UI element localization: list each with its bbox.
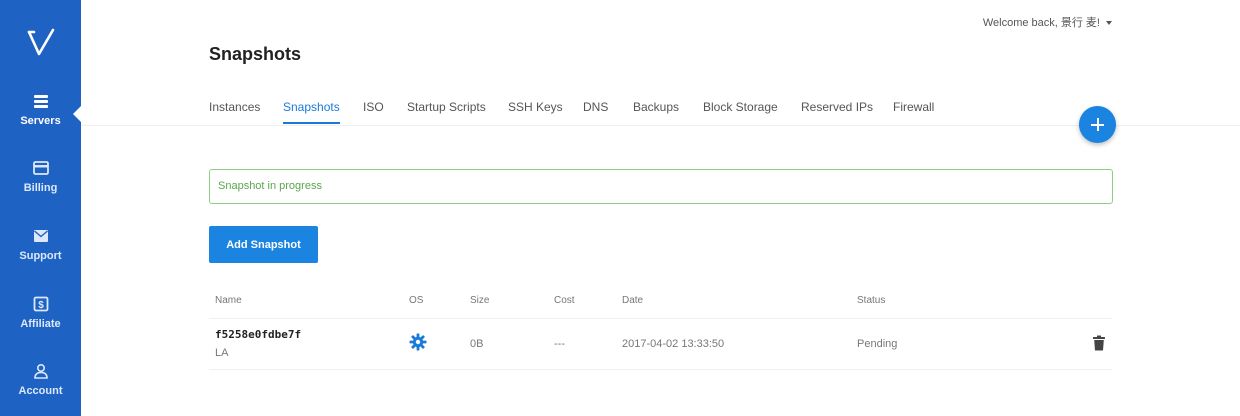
sidebar: Servers Billing Support $ Affiliate Acco… [0,0,81,416]
sidebar-item-account[interactable]: Account [0,363,81,397]
tab-snapshots[interactable]: Snapshots [283,100,340,124]
tab-backups[interactable]: Backups [633,100,679,122]
tab-block-storage[interactable]: Block Storage [703,100,778,122]
alert-text: Snapshot in progress [218,180,322,192]
column-header-status: Status [857,295,886,306]
sidebar-item-label: Support [19,250,62,262]
column-header-name: Name [215,295,242,306]
page-title: Snapshots [209,44,302,64]
svg-text:$: $ [38,300,44,311]
snapshot-location: LA [215,347,229,359]
snapshot-cost: --- [554,338,565,350]
user-menu[interactable]: Welcome back, 景行 麦! [983,14,1112,30]
snapshot-size: 0B [470,338,484,350]
plus-icon-vertical [1096,118,1099,131]
sidebar-item-affiliate[interactable]: $ Affiliate [0,296,81,330]
os-gear-icon [409,333,427,351]
add-fab-button[interactable] [1079,106,1116,143]
user-icon [33,363,48,379]
header-divider [209,318,1112,319]
tab-instances[interactable]: Instances [209,100,260,122]
logo-icon[interactable] [25,26,57,58]
sidebar-item-label: Billing [23,182,58,194]
tab-startup-scripts[interactable]: Startup Scripts [407,100,486,122]
snapshot-name: f5258e0fdbe7f [215,328,302,341]
tabs-divider [81,125,1240,126]
active-indicator [73,106,81,122]
sidebar-item-label: Affiliate [20,318,61,330]
add-snapshot-button[interactable]: Add Snapshot [209,226,318,263]
tab-firewall[interactable]: Firewall [893,100,934,122]
status-badge: Pending [857,338,898,350]
tab-iso[interactable]: ISO [363,100,384,122]
envelope-icon [33,230,48,242]
column-header-size: Size [470,295,490,306]
column-header-cost: Cost [554,295,575,306]
servers-icon [33,95,48,108]
tab-ssh-keys[interactable]: SSH Keys [508,100,563,122]
row-divider [209,369,1112,370]
welcome-text: Welcome back, 景行 麦! [982,17,1100,29]
caret-down-icon [1106,21,1112,26]
sidebar-item-servers[interactable]: Servers [0,93,81,127]
sidebar-item-label: Account [18,385,63,397]
tab-reserved-ips[interactable]: Reserved IPs [801,100,873,122]
column-header-os: OS [409,295,424,306]
dollar-icon: $ [33,296,48,312]
credit-card-icon [32,161,49,175]
sidebar-item-label: Servers [20,115,61,127]
status-alert: Snapshot in progress [209,169,1113,204]
sidebar-item-support[interactable]: Support [0,228,81,262]
sidebar-item-billing[interactable]: Billing [0,160,81,194]
snapshot-date: 2017-04-02 13:33:50 [622,338,725,350]
trash-icon[interactable] [1092,335,1106,351]
tab-dns[interactable]: DNS [583,100,608,122]
column-header-date: Date [622,295,644,306]
